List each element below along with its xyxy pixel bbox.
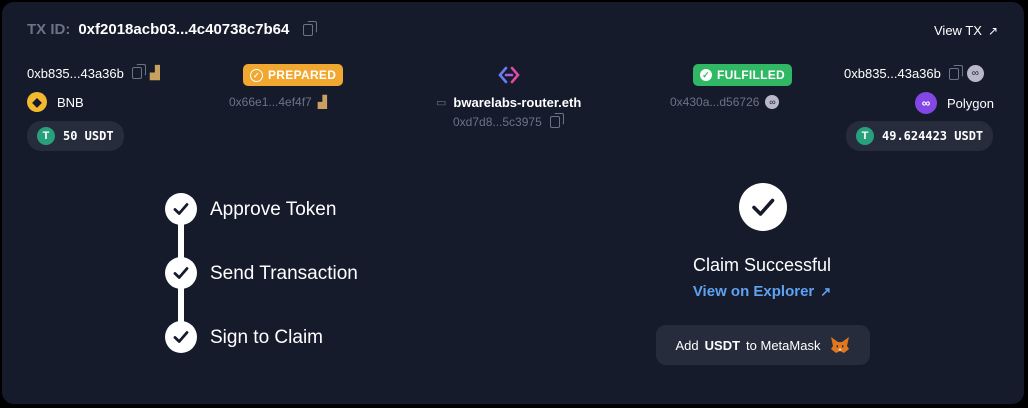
connext-logo-icon	[498, 64, 520, 86]
view-on-explorer-label: View on Explorer	[692, 283, 815, 300]
router-address-row: 0xd7d8...5c3975	[453, 113, 564, 129]
sender-address: 0xb835...43a36b	[27, 65, 124, 81]
wallet-icon: ▟	[149, 65, 160, 80]
usdt-icon: T	[37, 127, 55, 145]
usdt-icon: T	[856, 127, 874, 145]
fulfilled-tx-row[interactable]: 0x430a...d56726 ∞	[670, 95, 780, 109]
transfer-card: TX ID: 0xf2018acb03...4c40738c7b64 View …	[2, 2, 1024, 404]
claim-status-title: Claim Successful	[692, 255, 832, 275]
add-to-metamask-button[interactable]: Add USDT to MetaMask	[656, 325, 870, 365]
chain-link-icon: ∞	[765, 95, 780, 109]
sender-amount: T 50 USDT	[27, 121, 124, 151]
step-label: Approve Token	[210, 199, 337, 220]
fulfilled-status: FULFILLED	[717, 68, 786, 82]
add-prefix: Add	[675, 337, 699, 353]
router-name: bwarelabs-router.eth	[453, 95, 582, 110]
router-name-row: ▭ bwarelabs-router.eth	[436, 95, 581, 110]
receiver-chain-name: Polygon	[947, 95, 994, 111]
wallet-icon: ▟	[317, 95, 327, 109]
receiver-chain: ∞ Polygon	[915, 92, 994, 114]
view-on-explorer-link[interactable]: View on Explorer ↗	[662, 283, 862, 300]
success-check-icon	[739, 183, 787, 231]
receiver-address: 0xb835...43a36b	[844, 66, 941, 81]
arrow-up-right-icon: ↗	[987, 23, 998, 38]
copy-icon[interactable]	[303, 20, 318, 36]
step-label: Send Transaction	[210, 263, 358, 284]
chain-link-icon: ∞	[966, 65, 984, 82]
tx-id-value: 0xf2018acb03...4c40738c7b64	[78, 21, 290, 38]
router-address: 0xd7d8...5c3975	[453, 115, 542, 129]
tx-header: TX ID: 0xf2018acb03...4c40738c7b64	[27, 20, 318, 38]
polygon-icon: ∞	[915, 92, 937, 114]
copy-icon[interactable]	[131, 64, 146, 79]
metamask-fox-icon	[830, 336, 850, 354]
add-token-symbol: USDT	[704, 337, 741, 353]
copy-icon[interactable]	[948, 64, 963, 80]
add-suffix: to MetaMask	[746, 337, 821, 353]
arrow-up-right-icon: ↗	[820, 283, 832, 299]
sender-chain-name: BNB	[57, 94, 84, 110]
step-check-icon	[165, 193, 197, 225]
sender-address-row: 0xb835...43a36b ▟	[27, 64, 160, 81]
prepared-badge: ✓ PREPARED	[243, 64, 344, 86]
router-icon: ▭	[436, 97, 447, 109]
prepared-status: PREPARED	[268, 68, 337, 82]
check-circle-icon: ✓	[700, 69, 712, 81]
prepared-tx-hash: 0x66e1...4ef4f7	[229, 95, 312, 109]
sender-chain: ◆ BNB	[27, 92, 84, 112]
prepared-tx-row[interactable]: 0x66e1...4ef4f7 ▟	[229, 95, 327, 109]
tx-id-label: TX ID:	[27, 21, 71, 38]
bnb-icon: ◆	[27, 92, 47, 112]
view-tx-link[interactable]: View TX ↗	[934, 23, 998, 38]
sender-amount-value: 50 USDT	[63, 129, 114, 143]
receiver-amount: T 49.624423 USDT	[846, 121, 994, 151]
view-tx-label: View TX	[934, 23, 982, 38]
fulfilled-badge: ✓ FULFILLED	[693, 64, 793, 86]
step-label: Sign to Claim	[210, 327, 323, 348]
check-circle-icon: ✓	[250, 68, 263, 82]
copy-icon[interactable]	[549, 113, 564, 128]
receiver-address-row: 0xb835...43a36b ∞	[844, 64, 984, 82]
step-check-icon	[165, 321, 197, 353]
step-check-icon	[165, 257, 197, 289]
fulfilled-tx-hash: 0x430a...d56726	[670, 95, 760, 109]
receiver-amount-value: 49.624423 USDT	[882, 129, 984, 143]
